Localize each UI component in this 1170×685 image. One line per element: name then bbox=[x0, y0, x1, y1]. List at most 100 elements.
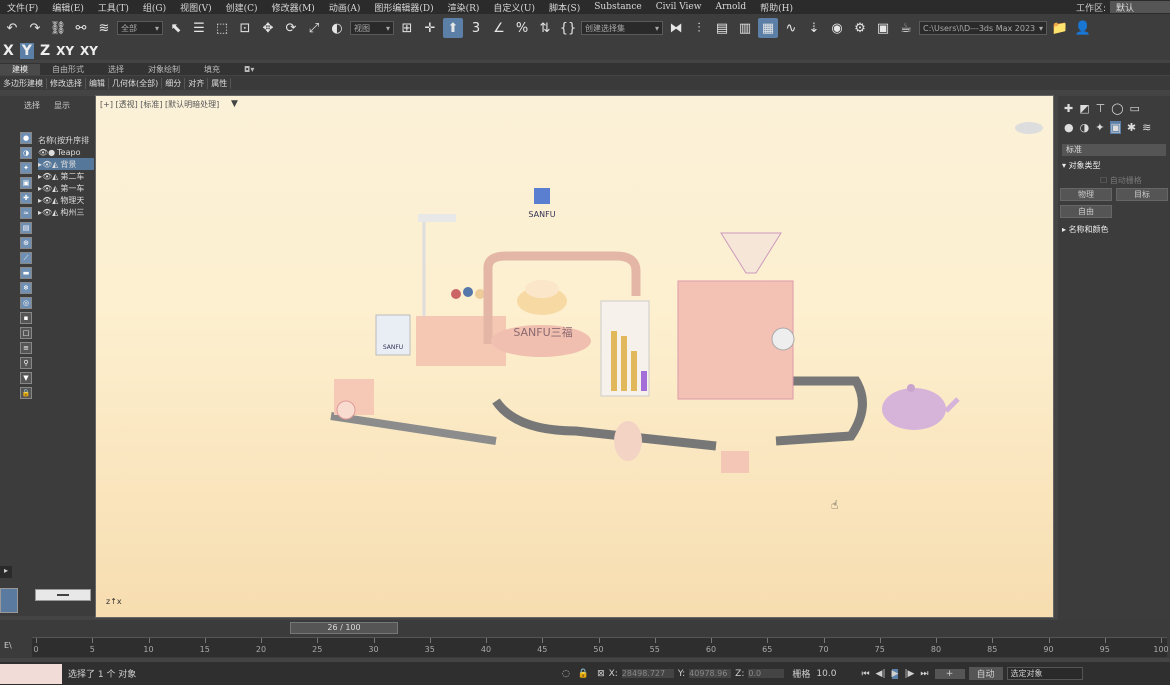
eye-icon[interactable]: ▸👁◭ bbox=[38, 196, 58, 205]
ribbon-options-icon[interactable]: ◘▾ bbox=[232, 65, 266, 74]
viewport-layout-tab[interactable] bbox=[0, 588, 18, 613]
project-path-dropdown[interactable]: C:\Users\l\D---3ds Max 2023 ▾ bbox=[919, 21, 1047, 35]
set-key-icon[interactable]: + bbox=[934, 668, 965, 679]
selection-filter-dropdown[interactable]: 全部 ▾ bbox=[117, 21, 163, 35]
perspective-viewport[interactable]: [+] [透视] [标准] [默认明暗处理] ▼ SANFU SANFU三福 S… bbox=[95, 95, 1054, 618]
snap-toggle-icon[interactable]: 3 bbox=[466, 18, 486, 38]
sign-in-icon[interactable]: 👤 bbox=[1073, 18, 1093, 38]
spacewarps-icon[interactable]: ≋ bbox=[1142, 121, 1151, 134]
physical-camera-button[interactable]: 物理 bbox=[1060, 188, 1112, 201]
filter-containers-icon[interactable]: ▬ bbox=[20, 267, 32, 279]
ribbon-panel-subdivision[interactable]: 细分 bbox=[162, 77, 186, 89]
scene-row-fourth[interactable]: ▸👁◭ 构州三 bbox=[38, 206, 94, 218]
render-production-icon[interactable]: ☕ bbox=[896, 18, 916, 38]
expand-arrow-icon[interactable]: ▸ bbox=[0, 566, 12, 578]
menu-item-7[interactable]: 动画(A) bbox=[322, 1, 368, 14]
selected-objects-dropdown[interactable]: 选定对象 bbox=[1006, 667, 1083, 680]
filter-groups-icon[interactable]: ▤ bbox=[20, 222, 32, 234]
find-icon[interactable]: ⚲ bbox=[20, 357, 32, 369]
layer-explorer-icon[interactable]: ▤ bbox=[712, 18, 732, 38]
menu-item-13[interactable]: Civil View bbox=[649, 2, 709, 12]
helpers-icon[interactable]: ✱ bbox=[1127, 121, 1136, 134]
rendered-frame-window-icon[interactable]: ▣ bbox=[873, 18, 893, 38]
go-to-start-icon[interactable]: ⏮ bbox=[861, 669, 869, 679]
auto-key-button[interactable]: 自动 bbox=[968, 667, 1003, 680]
selection-lock-icon[interactable]: 🔒 bbox=[578, 669, 589, 679]
free-camera-button[interactable]: 自由 bbox=[1060, 205, 1112, 218]
align-icon[interactable]: ⫶ bbox=[689, 18, 709, 38]
ribbon-tab-object-paint[interactable]: 对象绘制 bbox=[136, 64, 192, 75]
menu-item-2[interactable]: 工具(T) bbox=[91, 1, 136, 14]
ribbon-panel-edit[interactable]: 编辑 bbox=[86, 77, 109, 89]
curve-editor-icon[interactable]: ∿ bbox=[781, 18, 801, 38]
filter-cameras-icon[interactable]: ▣ bbox=[20, 177, 32, 189]
eye-icon[interactable]: ▸👁◭ bbox=[38, 160, 58, 169]
absolute-mode-icon[interactable]: ⊠ bbox=[597, 669, 605, 679]
mirror-icon[interactable]: ⧓ bbox=[666, 18, 686, 38]
scene-row-first[interactable]: ▸👁◭ 第一车 bbox=[38, 182, 94, 194]
target-camera-button[interactable]: 目标 bbox=[1116, 188, 1168, 201]
menu-item-11[interactable]: 脚本(S) bbox=[542, 1, 587, 14]
hierarchy-tab-icon[interactable]: ⊤ bbox=[1096, 102, 1106, 115]
autogrid-checkbox[interactable]: ☐ 自动栅格 bbox=[1100, 175, 1170, 186]
eye-icon[interactable]: 👁● bbox=[38, 148, 55, 157]
ribbon-panel-modify-selection[interactable]: 修改选择 bbox=[47, 77, 86, 89]
bind-space-warp-icon[interactable]: ≋ bbox=[94, 18, 114, 38]
menu-item-8[interactable]: 图形编辑器(D) bbox=[367, 1, 440, 14]
angle-snap-icon[interactable]: ∠ bbox=[489, 18, 509, 38]
ribbon-panel-geometry[interactable]: 几何体(全部) bbox=[109, 77, 163, 89]
move-icon[interactable]: ✥ bbox=[258, 18, 278, 38]
track-bar[interactable]: 0 5 10 15 20 25 30 35 40 45 50 55 60 65 70 75 80 85 90 95 10… bbox=[32, 637, 1169, 657]
axis-x-button[interactable]: X bbox=[3, 43, 14, 59]
eye-icon[interactable]: ▸👁◭ bbox=[38, 184, 58, 193]
filter-shapes-icon[interactable]: ◑ bbox=[20, 147, 32, 159]
coord-y-field[interactable]: 40978.96 bbox=[689, 669, 732, 678]
project-folder-icon[interactable]: 📁 bbox=[1050, 18, 1070, 38]
window-crossing-icon[interactable]: ⊡ bbox=[235, 18, 255, 38]
menu-item-12[interactable]: Substance bbox=[587, 2, 649, 12]
lights-icon[interactable]: ✦ bbox=[1095, 121, 1104, 134]
keyboard-shortcut-override-icon[interactable]: ⬆ bbox=[443, 18, 463, 38]
go-to-end-icon[interactable]: ⏭ bbox=[920, 669, 928, 679]
workspace-selector[interactable]: 工作区: 默认 bbox=[1076, 0, 1170, 14]
coord-x-field[interactable]: 28498.727 bbox=[621, 669, 674, 678]
named-selection-dropdown[interactable]: 创建选择集 ▾ bbox=[581, 21, 663, 35]
pivot-center-icon[interactable]: ⊞ bbox=[397, 18, 417, 38]
axis-xy-button[interactable]: XY bbox=[56, 44, 74, 58]
place-icon[interactable]: ◐ bbox=[327, 18, 347, 38]
select-by-name-icon[interactable]: ☰ bbox=[189, 18, 209, 38]
isolate-icon[interactable]: ◌ bbox=[562, 669, 570, 679]
filter-geometry-icon[interactable]: ● bbox=[20, 132, 32, 144]
reference-coordinate-dropdown[interactable]: 视图 ▾ bbox=[350, 21, 394, 35]
ribbon-panel-properties[interactable]: 属性 bbox=[208, 77, 232, 89]
scene-explorer-icon[interactable]: ▦ bbox=[758, 18, 778, 38]
scene-tree-header[interactable]: 名称(按升序排 bbox=[38, 134, 94, 146]
select-object-icon[interactable]: ⬉ bbox=[166, 18, 186, 38]
select-manipulate-icon[interactable]: ✛ bbox=[420, 18, 440, 38]
toggle-ribbon-icon[interactable]: ▥ bbox=[735, 18, 755, 38]
spinner-snap-icon[interactable]: ⇅ bbox=[535, 18, 555, 38]
maxscript-listener[interactable] bbox=[0, 663, 62, 684]
scale-icon[interactable]: ⤢ bbox=[304, 18, 324, 38]
redo-icon[interactable]: ↷ bbox=[25, 18, 45, 38]
lock-icon[interactable]: 🔒 bbox=[20, 387, 32, 399]
unlink-icon[interactable]: ⚯ bbox=[71, 18, 91, 38]
modify-tab-icon[interactable]: ◩ bbox=[1079, 102, 1089, 115]
filter-lights-icon[interactable]: ✦ bbox=[20, 162, 32, 174]
motion-tab-icon[interactable]: ◯ bbox=[1111, 102, 1123, 115]
time-slider[interactable]: 26 / 100 bbox=[290, 622, 398, 634]
ribbon-panel-align[interactable]: 对齐 bbox=[185, 77, 209, 89]
name-and-color-rollout[interactable]: ▸ 名称和颜色 bbox=[1062, 224, 1166, 235]
viewcube-icon[interactable] bbox=[1015, 122, 1043, 134]
filter-hidden-icon[interactable]: ◎ bbox=[20, 297, 32, 309]
filter-xrefs-icon[interactable]: ⊕ bbox=[20, 237, 32, 249]
coord-z-field[interactable]: 0.0 bbox=[748, 669, 785, 678]
play-icon[interactable]: ▶ bbox=[891, 668, 899, 679]
display-none-icon[interactable]: □ bbox=[20, 327, 32, 339]
tab-select[interactable]: 选择 bbox=[24, 100, 40, 111]
create-tab-icon[interactable]: ✚ bbox=[1064, 102, 1073, 115]
next-frame-icon[interactable]: |▶ bbox=[904, 669, 914, 679]
schematic-view-icon[interactable]: ⇣ bbox=[804, 18, 824, 38]
object-subcategory-dropdown[interactable]: 标准 bbox=[1062, 144, 1166, 156]
display-all-icon[interactable]: ▪ bbox=[20, 312, 32, 324]
